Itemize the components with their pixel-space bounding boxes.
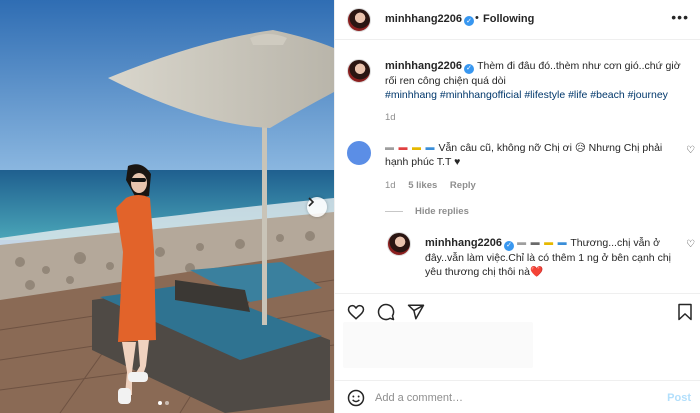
carousel-indicator xyxy=(158,401,169,405)
beach-scene-image xyxy=(0,0,334,413)
scroll-fade xyxy=(335,279,700,293)
reply-mention[interactable]: ▬ ▬ ▬ ▬ xyxy=(517,235,568,249)
likes-summary-placeholder xyxy=(343,322,533,368)
comment-likes[interactable]: 5 likes xyxy=(408,180,437,191)
comment-like-heart-icon[interactable]: ♡ xyxy=(686,145,695,156)
emoji-icon[interactable] xyxy=(347,389,365,407)
author-username[interactable]: minhhang2206 ✓ xyxy=(385,13,475,26)
caption-username[interactable]: minhhang2206 ✓ xyxy=(385,60,477,74)
author-username-text[interactable]: minhhang2206 xyxy=(385,13,462,25)
comments-list[interactable]: minhhang2206 ✓ Thèm đi đâu đó..thèm như c… xyxy=(335,41,700,293)
reply-avatar[interactable] xyxy=(387,232,411,256)
carousel-dot-active xyxy=(158,401,162,405)
add-comment-input[interactable] xyxy=(375,389,655,407)
caption-avatar[interactable] xyxy=(347,59,371,83)
comment-reply-button[interactable]: Reply xyxy=(450,180,476,191)
hide-replies-button[interactable]: Hide replies xyxy=(385,206,469,217)
commenter-avatar[interactable] xyxy=(347,141,371,165)
share-icon[interactable] xyxy=(407,303,425,321)
comment-composer: Post xyxy=(335,380,700,413)
comment-body: ▬ ▬ ▬ ▬ Vẫn câu cũ, không nỡ Chị ơi 😥 Nh… xyxy=(385,140,681,169)
bookmark-icon[interactable] xyxy=(677,303,693,321)
carousel-dot xyxy=(165,401,169,405)
more-options-icon[interactable]: ••• xyxy=(671,9,689,25)
post-photo[interactable] xyxy=(0,0,334,413)
heart-icon[interactable] xyxy=(347,303,365,321)
reply-like-heart-icon[interactable]: ♡ xyxy=(686,239,695,250)
header-separator: • xyxy=(475,12,479,24)
post-header: minhhang2206 ✓ • Following ••• xyxy=(335,0,700,40)
following-button[interactable]: Following xyxy=(483,13,534,25)
comment-time: 1d xyxy=(385,180,396,191)
masked-username[interactable]: ▬ ▬ ▬ ▬ xyxy=(385,140,436,154)
caption: minhhang2206 ✓ Thèm đi đâu đó..thèm như c… xyxy=(385,59,685,102)
post-comment-button[interactable]: Post xyxy=(667,392,691,404)
caption-username-text[interactable]: minhhang2206 xyxy=(385,60,462,72)
author-avatar[interactable] xyxy=(347,8,371,32)
verified-badge-icon: ✓ xyxy=(464,16,475,26)
chevron-right-icon xyxy=(308,197,315,207)
comment-icon[interactable] xyxy=(377,303,395,321)
caption-time: 1d xyxy=(385,112,396,123)
caption-hashtags[interactable]: #minhhang #minhhangofficial #lifestyle #… xyxy=(385,89,668,101)
reply-body: minhhang2206 ✓ ▬ ▬ ▬ ▬ Thương...chị vẫn ở… xyxy=(425,235,681,279)
verified-badge-icon: ✓ xyxy=(464,64,475,74)
comment-meta: 1d 5 likes Reply xyxy=(385,180,476,191)
carousel-next-button[interactable] xyxy=(307,197,327,217)
verified-badge-icon: ✓ xyxy=(504,241,515,251)
post-panel: minhhang2206 ✓ • Following ••• minhhang22… xyxy=(334,0,700,413)
reply-username-text[interactable]: minhhang2206 xyxy=(425,237,502,249)
reply-username[interactable]: minhhang2206 ✓ xyxy=(425,237,517,251)
